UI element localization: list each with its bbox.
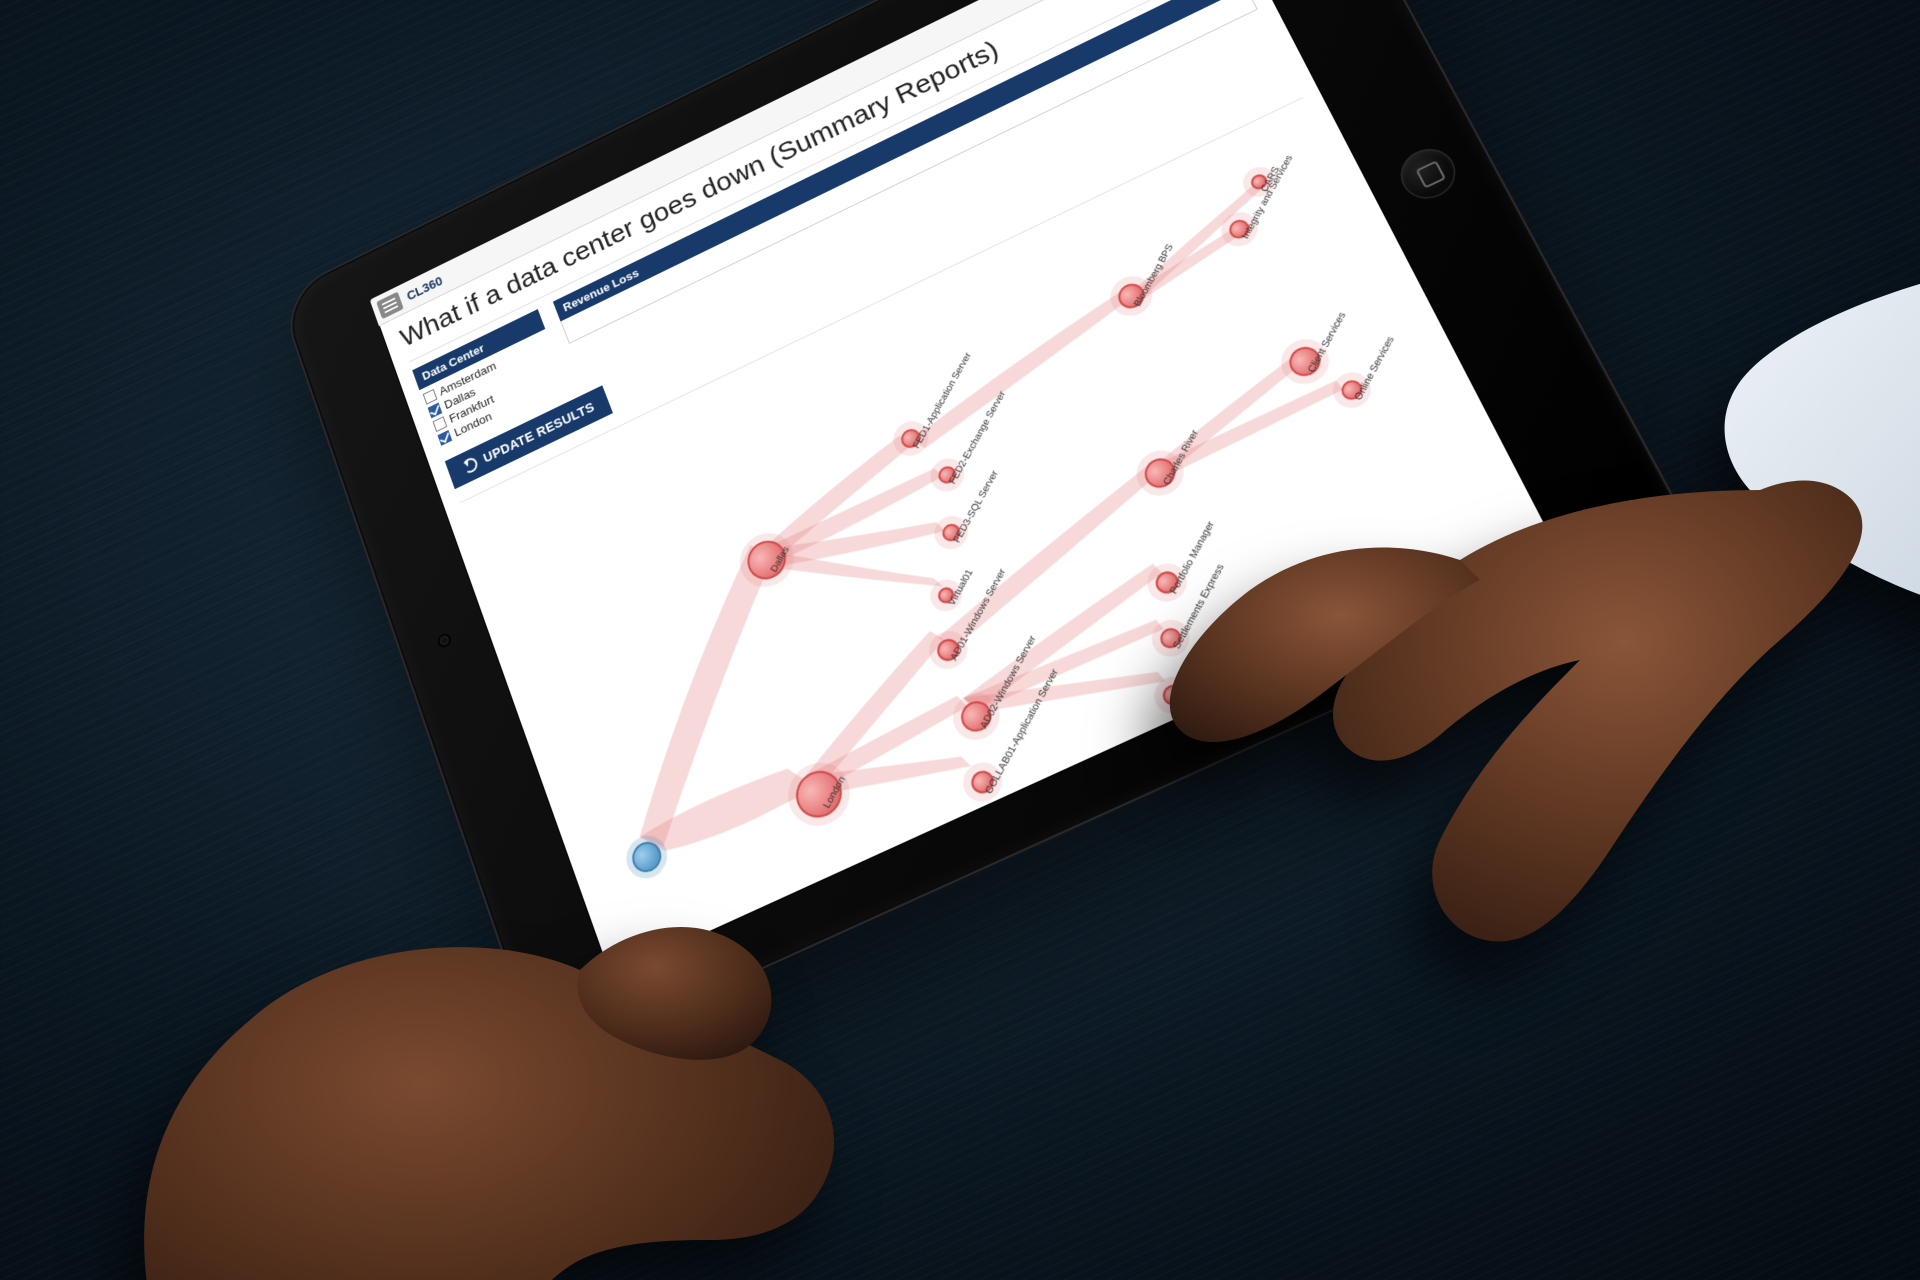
checkbox-icon[interactable] (437, 430, 452, 446)
refresh-icon (461, 456, 479, 476)
menu-icon[interactable] (376, 291, 404, 319)
tablet-device: CL360 What if a data center goes down (S… (278, 0, 1701, 1069)
